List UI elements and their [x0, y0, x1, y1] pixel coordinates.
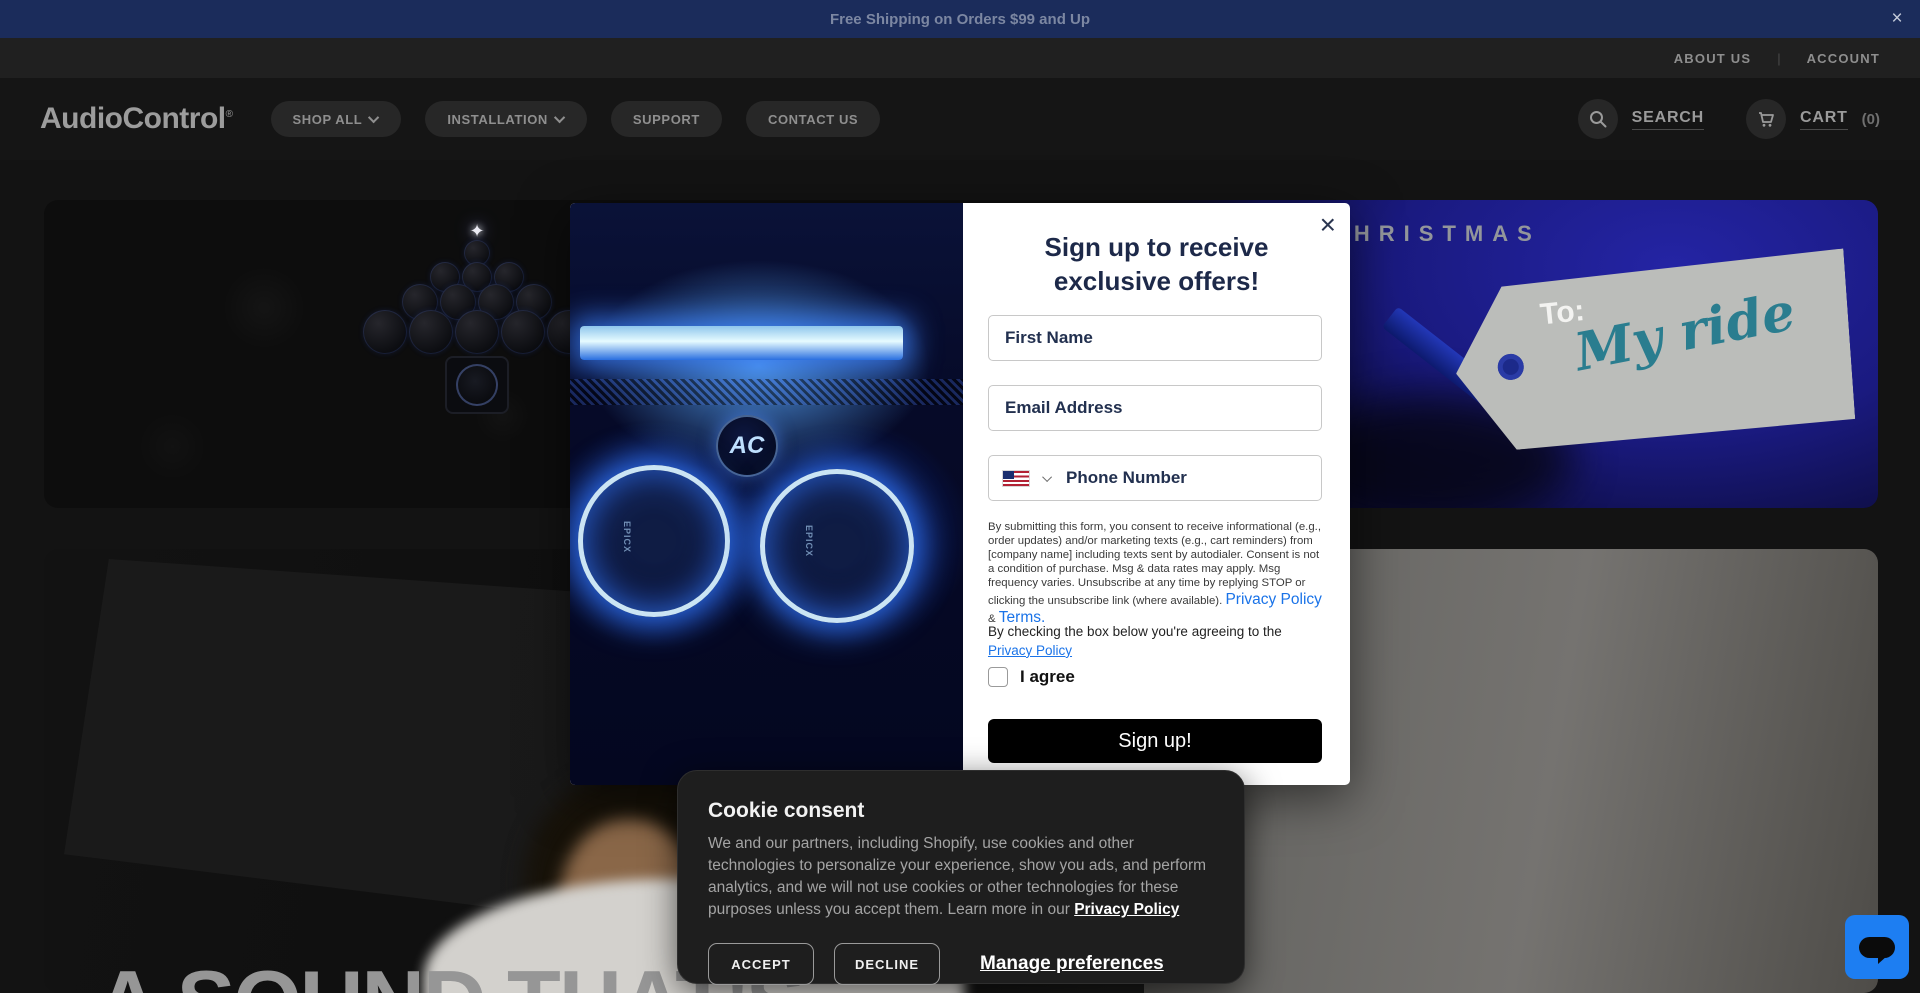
header-actions: SEARCH CART (0): [1578, 78, 1880, 160]
announcement-bar: Free Shipping on Orders $99 and Up ×: [0, 0, 1920, 38]
modal-promo-image: AC EPICX EPICX: [570, 203, 963, 785]
first-name-field[interactable]: [988, 315, 1322, 361]
cart-button[interactable]: [1746, 99, 1786, 139]
cart-group: CART (0): [1746, 99, 1880, 139]
chevron-down-icon[interactable]: [1042, 472, 1052, 482]
speaker-icon: [501, 310, 545, 354]
modal-title: Sign up to receive exclusive offers!: [963, 230, 1350, 299]
speaker-christmas-tree: ✦: [372, 222, 582, 414]
nav-shop-all-label: SHOP ALL: [293, 112, 363, 127]
cookie-title: Cookie consent: [708, 799, 1214, 823]
registered-mark: ®: [226, 109, 233, 120]
speaker-icon: [455, 310, 499, 354]
speaker-icon: [363, 310, 407, 354]
chevron-down-icon: [368, 112, 379, 123]
subwoofer-ring: EPICX: [578, 465, 730, 617]
agree-checkbox[interactable]: [988, 667, 1008, 687]
signup-button[interactable]: Sign up!: [988, 719, 1322, 763]
nav-shop-all[interactable]: SHOP ALL: [271, 101, 402, 137]
primary-nav: SHOP ALL INSTALLATION SUPPORT CONTACT US: [271, 101, 881, 137]
chevron-down-icon: [554, 112, 565, 123]
cart-icon: [1756, 109, 1776, 129]
neon-light-bar: [580, 326, 903, 360]
epic-label: EPICX: [622, 521, 632, 553]
about-us-link[interactable]: ABOUT US: [1674, 51, 1752, 66]
checkbox-disclaimer-text: By checking the box below you're agreein…: [988, 624, 1282, 639]
subwoofer-icon: [445, 356, 509, 414]
consent-fineprint: By submitting this form, you consent to …: [988, 521, 1324, 628]
cookie-consent-dialog: Cookie consent We and our partners, incl…: [677, 770, 1245, 984]
phone-field-group: [988, 455, 1322, 501]
nav-support[interactable]: SUPPORT: [611, 101, 722, 137]
cookie-actions: ACCEPT DECLINE Manage preferences: [708, 943, 1214, 985]
nav-support-label: SUPPORT: [633, 112, 700, 127]
christmas-headline: CHRISTMAS: [1329, 221, 1541, 247]
close-icon[interactable]: ×: [1882, 0, 1912, 38]
us-flag-icon[interactable]: [1003, 471, 1029, 486]
audiocontrol-badge: AC: [716, 415, 778, 477]
cookie-body: We and our partners, including Shopify, …: [708, 833, 1216, 921]
page: Free Shipping on Orders $99 and Up × ABO…: [0, 0, 1920, 993]
manage-preferences-link[interactable]: Manage preferences: [980, 953, 1164, 975]
utility-divider: |: [1777, 51, 1780, 66]
nav-installation[interactable]: INSTALLATION: [425, 101, 587, 137]
signup-modal: AC EPICX EPICX × Sign up to receive excl…: [570, 203, 1350, 785]
email-field[interactable]: [988, 385, 1322, 431]
privacy-policy-link[interactable]: Privacy Policy: [1074, 901, 1179, 918]
search-link[interactable]: SEARCH: [1632, 109, 1704, 130]
nav-installation-label: INSTALLATION: [447, 112, 548, 127]
phone-field[interactable]: [1066, 468, 1307, 488]
speaker-row: [363, 310, 591, 354]
chat-bubble-icon: [1859, 937, 1895, 958]
speaker-mesh: [570, 379, 963, 405]
cart-count: (0): [1862, 111, 1880, 128]
subwoofer-cone: [456, 364, 498, 406]
agree-label: I agree: [1020, 667, 1075, 687]
cart-link[interactable]: CART: [1800, 109, 1848, 130]
star-icon: ✦: [469, 222, 484, 240]
logo[interactable]: AudioControl®: [40, 102, 233, 136]
nav-contact-us[interactable]: CONTACT US: [746, 101, 880, 137]
announcement-text: Free Shipping on Orders $99 and Up: [830, 11, 1090, 28]
privacy-policy-link[interactable]: Privacy Policy: [988, 643, 1072, 658]
nav-contact-us-label: CONTACT US: [768, 112, 858, 127]
subwoofer-ring: EPICX: [760, 469, 914, 623]
speaker-icon: [409, 310, 453, 354]
signup-form: × Sign up to receive exclusive offers! B…: [963, 203, 1350, 785]
logo-text: AudioControl: [40, 102, 226, 135]
utility-nav: ABOUT US | ACCOUNT: [0, 38, 1920, 78]
tag-hole: [1497, 353, 1525, 381]
checkbox-disclaimer: By checking the box below you're agreein…: [988, 623, 1324, 661]
search-icon: [1588, 109, 1608, 129]
chat-launcher-button[interactable]: [1845, 915, 1909, 979]
account-link[interactable]: ACCOUNT: [1807, 51, 1880, 66]
privacy-policy-link[interactable]: Privacy Policy: [1225, 591, 1321, 608]
main-header: AudioControl® SHOP ALL INSTALLATION SUPP…: [0, 78, 1920, 160]
epic-label: EPICX: [804, 525, 814, 557]
gift-tag-name-label: My ride: [1570, 281, 1800, 383]
agree-row: I agree: [988, 667, 1075, 687]
decline-button[interactable]: DECLINE: [834, 943, 940, 985]
accept-button[interactable]: ACCEPT: [708, 943, 814, 985]
search-button[interactable]: [1578, 99, 1618, 139]
